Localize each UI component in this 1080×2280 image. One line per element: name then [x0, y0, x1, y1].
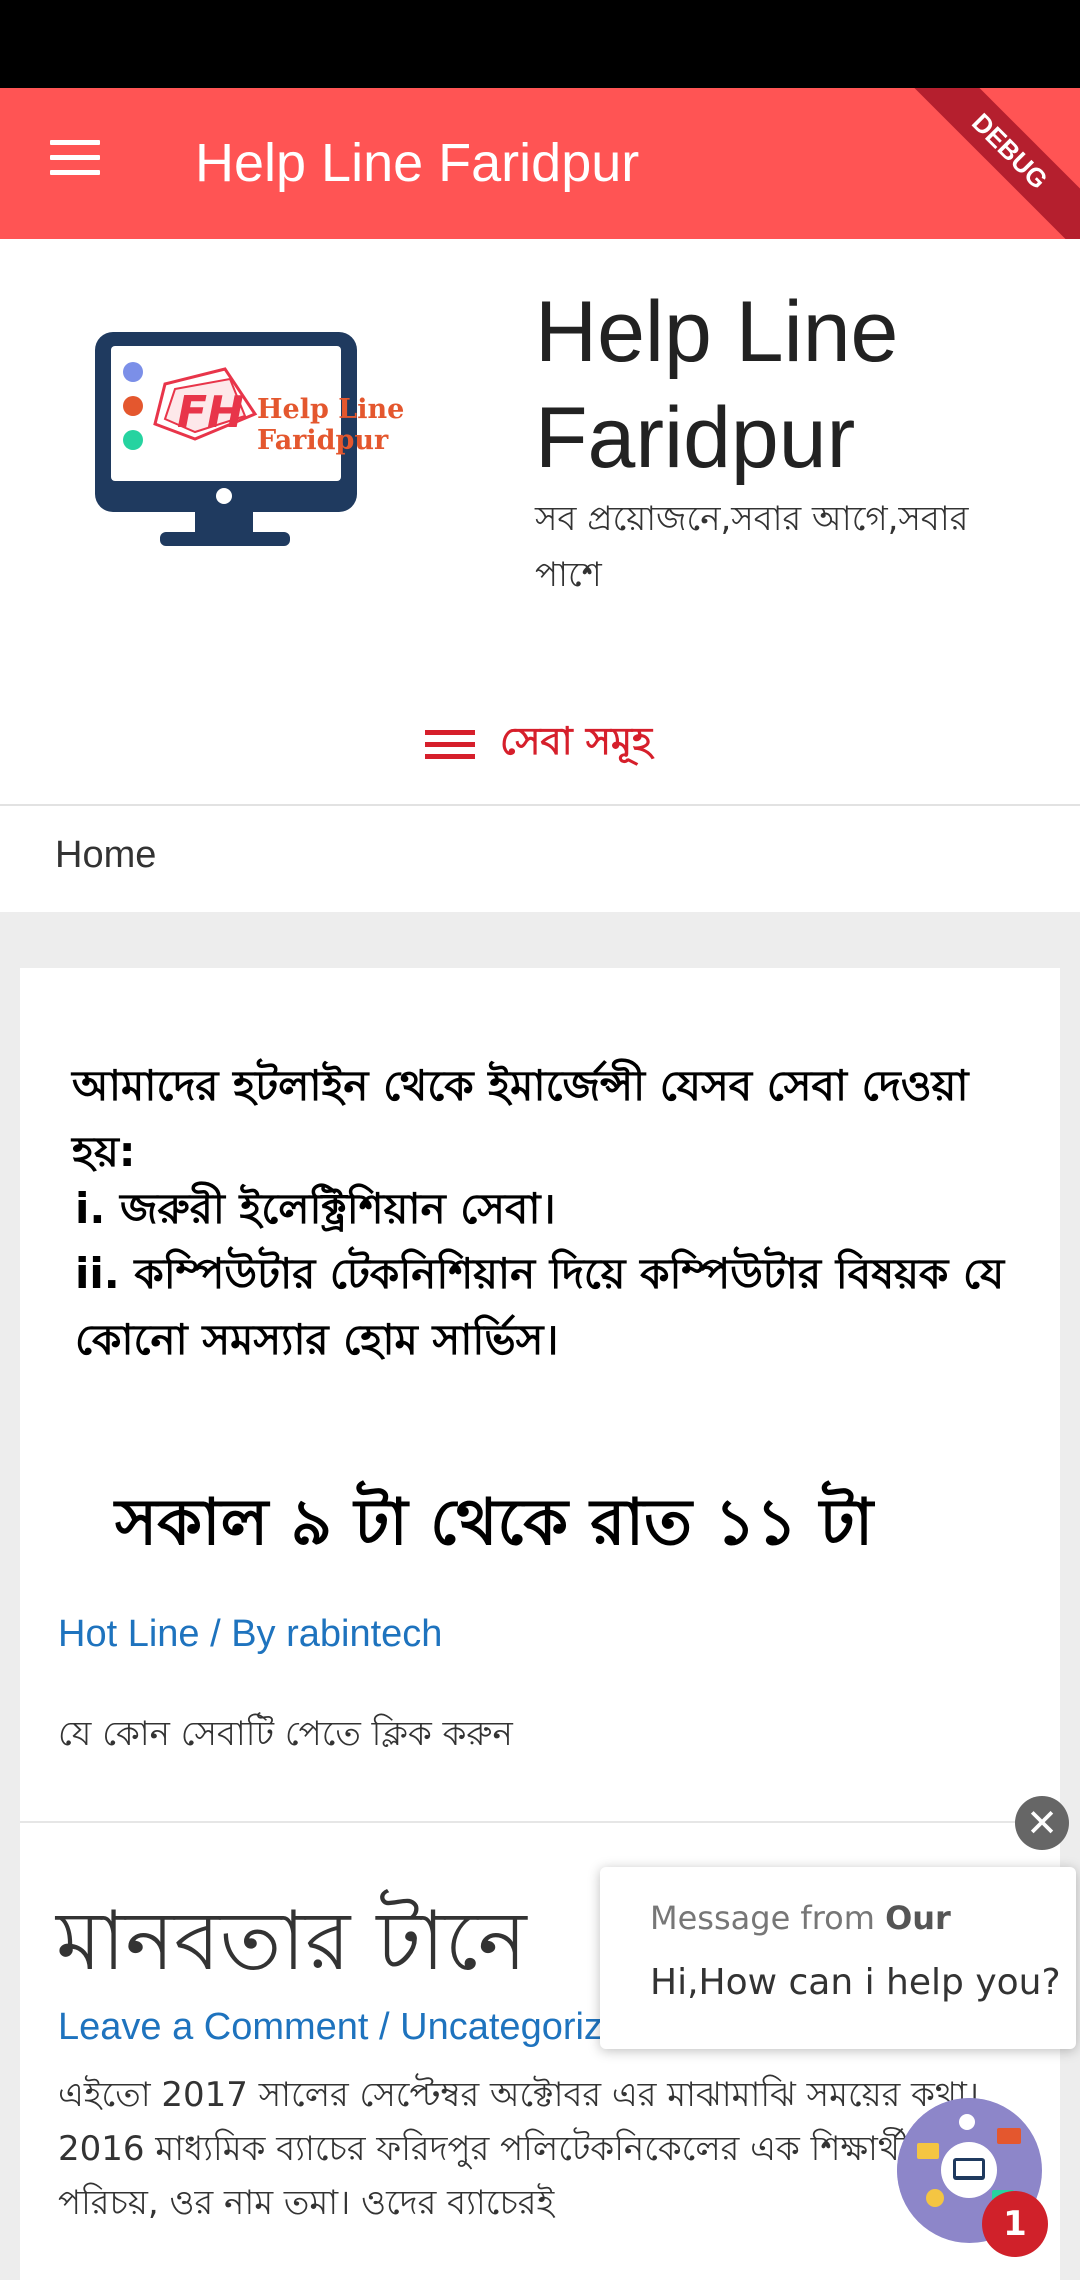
site-logo[interactable]: FH Help Line Faridpur	[85, 324, 505, 564]
svg-text:FH: FH	[177, 387, 244, 438]
logo-text: Help Line Faridpur	[257, 394, 405, 456]
chat-message-text: Hi,How can i help you?	[650, 1962, 1061, 2003]
site-tagline: সব প্রয়োজনে,সবার আগে,সবার পাশে	[535, 499, 969, 595]
hamburger-menu-icon[interactable]	[50, 140, 102, 180]
site-title[interactable]: Help Line Faridpur	[535, 279, 1035, 491]
post-divider	[20, 1821, 1060, 1823]
breadcrumb-home[interactable]: Home	[55, 834, 156, 877]
site-header: FH Help Line Faridpur Help Line Faridpur…	[0, 239, 1080, 804]
chat-unread-badge: 1	[982, 2191, 1048, 2257]
post-title[interactable]: মানবতার টানে	[56, 1878, 527, 2015]
app-bar: Help Line Faridpur DEBUG	[0, 88, 1080, 239]
breadcrumb: Home	[0, 804, 1080, 912]
hotline-service-item: i. জরুরী ইলেক্ট্রিশিয়ান সেবা।	[75, 1184, 556, 1233]
app-title: Help Line Faridpur	[195, 133, 640, 193]
chat-sender: Message from Our	[650, 1899, 951, 1937]
hotline-hours: সকাল ৯ টা থেকে রাত ১১ টা	[115, 1486, 874, 1560]
hotline-graphic-heading[interactable]: আমাদের হটলাইন থেকে ইমার্জেন্সী যেসব সেবা…	[72, 1053, 1032, 1185]
services-menu-label: সেবা সমূহ	[500, 719, 653, 763]
post-meta[interactable]: Hot Line / By rabintech	[58, 1613, 442, 1656]
hotline-service-item: ii. কম্পিউটার টেকনিশিয়ান দিয়ে কম্পিউটা…	[75, 1249, 1005, 1364]
status-bar	[0, 0, 1080, 88]
chat-close-button[interactable]: ✕	[1015, 1796, 1069, 1850]
menu-icon	[425, 723, 475, 766]
chat-message-bubble[interactable]: Message from Our Hi,How can i help you?	[600, 1867, 1076, 2049]
post-excerpt[interactable]: যে কোন সেবাটি পেতে ক্লিক করুন	[58, 1708, 513, 1765]
debug-banner: DEBUG	[901, 88, 1080, 239]
services-menu-toggle[interactable]: সেবা সমূহ	[425, 714, 652, 774]
posts-card: আমাদের হটলাইন থেকে ইমার্জেন্সী যেসব সেবা…	[20, 968, 1060, 2280]
